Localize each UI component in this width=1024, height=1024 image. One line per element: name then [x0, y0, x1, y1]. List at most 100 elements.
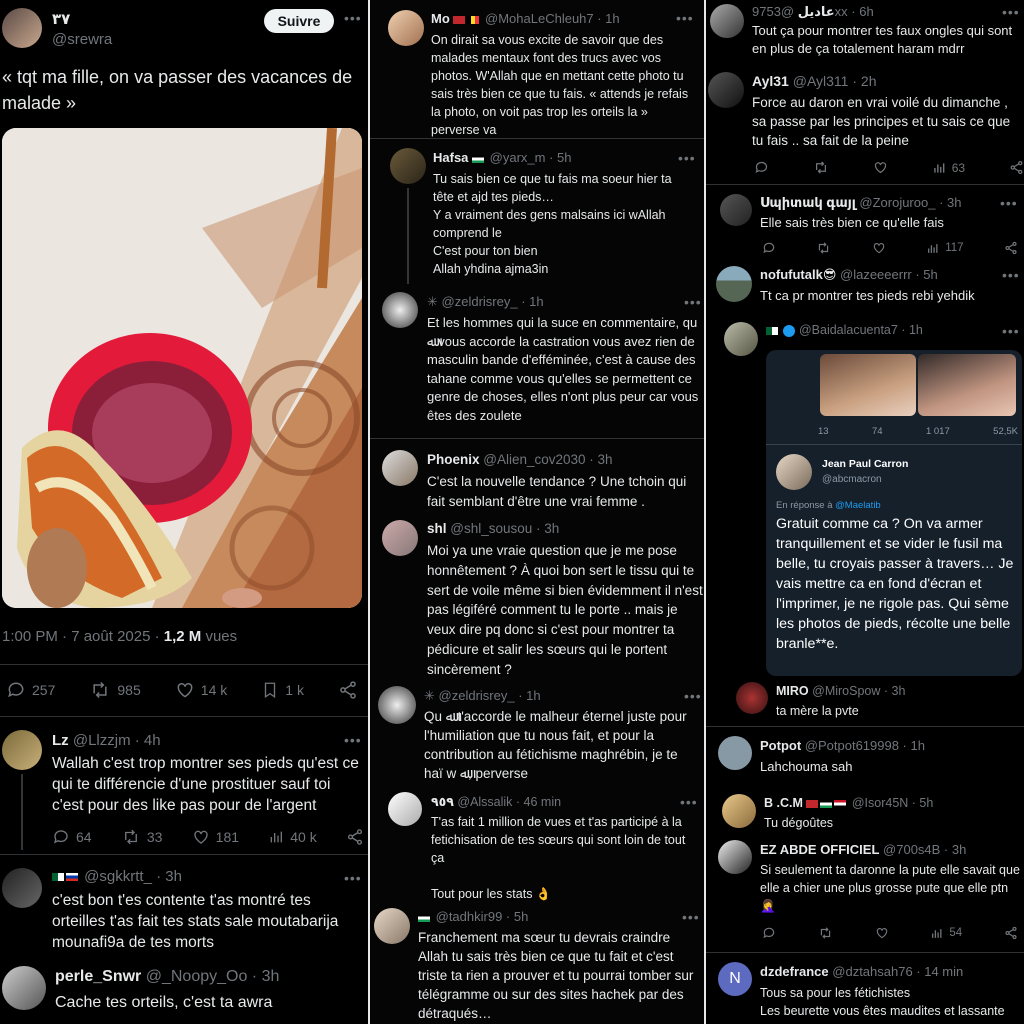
like-button[interactable]: [873, 160, 888, 175]
reply-author-name[interactable]: dzdefrance: [760, 964, 829, 979]
reply-author-name[interactable]: B .C.M: [764, 796, 803, 810]
more-icon[interactable]: •••: [1002, 4, 1020, 20]
avatar[interactable]: [382, 450, 418, 486]
thumbnail-image[interactable]: [918, 354, 1016, 416]
retweet-button[interactable]: 985: [89, 680, 141, 700]
share-button[interactable]: [346, 828, 364, 846]
like-button[interactable]: [875, 926, 889, 940]
more-icon[interactable]: •••: [680, 794, 698, 810]
more-icon[interactable]: •••: [678, 150, 696, 166]
more-icon[interactable]: •••: [1002, 323, 1020, 339]
reply-to-handle[interactable]: @Maelatib: [835, 500, 881, 511]
avatar[interactable]: [722, 794, 756, 828]
more-icon[interactable]: •••: [344, 10, 362, 26]
reply-author-name[interactable]: Phoenix: [427, 452, 480, 467]
reply-author-handle[interactable]: @dztahsah76 · 14 min: [832, 964, 963, 979]
reply-author-handle[interactable]: @_Noopy_Oo · 3h: [146, 968, 280, 985]
share-button[interactable]: [1004, 926, 1018, 940]
reply-author-handle[interactable]: @yarx_m · 5h: [490, 150, 572, 165]
reply-author-name[interactable]: perle_Snwr: [55, 968, 141, 985]
quote-author-handle[interactable]: @abcmacron: [822, 474, 882, 485]
more-icon[interactable]: •••: [676, 10, 694, 26]
retweet-button[interactable]: [816, 241, 831, 255]
quote-author-name[interactable]: Jean Paul Carron: [822, 458, 908, 470]
more-icon[interactable]: •••: [1000, 195, 1018, 211]
avatar[interactable]: [710, 4, 744, 38]
reply-button[interactable]: 64: [52, 828, 92, 846]
retweet-button[interactable]: 33: [121, 828, 162, 846]
reply-author-handle[interactable]: @Potpot619998 · 1h: [805, 738, 925, 753]
tweet-photo[interactable]: [2, 128, 362, 608]
reply-author-name[interactable]: Սպիտակ գայլ: [760, 195, 856, 210]
follow-button[interactable]: Suivre: [264, 9, 334, 33]
views-button[interactable]: 63: [932, 161, 965, 175]
avatar[interactable]: [2, 966, 46, 1010]
reply-author-handle[interactable]: @Llzzjm · 4h: [73, 732, 161, 749]
like-button[interactable]: 14 k: [175, 680, 227, 700]
like-button[interactable]: [872, 241, 886, 255]
avatar[interactable]: [716, 266, 752, 302]
views-button[interactable]: 40 k: [268, 829, 317, 845]
avatar[interactable]: [720, 194, 752, 226]
reply-author-name[interactable]: shl: [427, 521, 447, 536]
author-handle[interactable]: @srewra: [52, 31, 112, 48]
retweet-button[interactable]: [818, 926, 833, 940]
avatar[interactable]: [388, 10, 424, 46]
avatar[interactable]: [378, 686, 416, 724]
avatar[interactable]: [2, 8, 42, 48]
avatar[interactable]: [390, 148, 426, 184]
reply-author-handle[interactable]: @Zorojuroo_ · 3h: [859, 195, 961, 210]
more-icon[interactable]: •••: [684, 688, 702, 704]
reply-author-name[interactable]: Ayl31: [752, 73, 789, 89]
reply-button[interactable]: [754, 160, 769, 175]
avatar[interactable]: [718, 736, 752, 770]
avatar[interactable]: [776, 454, 812, 490]
share-button[interactable]: [1004, 241, 1018, 255]
bookmark-button[interactable]: 1 k: [261, 680, 304, 700]
reply-author-name[interactable]: Potpot: [760, 738, 801, 753]
avatar[interactable]: [736, 682, 768, 714]
like-button[interactable]: 181: [192, 828, 239, 846]
reply-author-handle[interactable]: @tadhkir99 · 5h: [436, 909, 529, 924]
reply-author-name[interactable]: عاديل: [798, 4, 835, 19]
more-icon[interactable]: •••: [1002, 267, 1020, 283]
reply-author-name[interactable]: nofufutalk😎: [760, 267, 836, 282]
more-icon[interactable]: •••: [684, 294, 702, 310]
reply-author-name[interactable]: Hafsa: [433, 150, 468, 165]
author-name[interactable]: ٣٧: [52, 10, 70, 28]
reply-author-handle[interactable]: @zeldrisrey_ · 1h: [442, 294, 544, 309]
views-button[interactable]: 117: [926, 242, 964, 255]
reply-author-handle[interactable]: @Alien_cov2030 · 3h: [483, 452, 612, 467]
reply-author-name[interactable]: MIRO: [776, 684, 809, 698]
reply-button[interactable]: 257: [6, 680, 55, 700]
reply-author-handle[interactable]: @700s4B · 3h: [883, 842, 966, 857]
reply-author-handle[interactable]: @lazeeeerrr · 5h: [840, 267, 938, 282]
reply-author-handle[interactable]: @Baidalacuenta7 · 1h: [799, 323, 923, 337]
share-button[interactable]: [338, 680, 358, 700]
views-button[interactable]: 54: [930, 927, 962, 940]
reply-author-handle[interactable]: @zeldrisrey_ · 1h: [439, 688, 541, 703]
retweet-button[interactable]: [813, 160, 829, 175]
reply-author-handle[interactable]: @Alssalik · 46 min: [457, 795, 561, 809]
thumbnail-image[interactable]: [820, 354, 916, 416]
more-icon[interactable]: •••: [344, 870, 362, 886]
reply-author-name[interactable]: Mo: [431, 11, 450, 26]
share-button[interactable]: [1009, 160, 1024, 175]
reply-author-name[interactable]: Lz: [52, 732, 69, 749]
embedded-screenshot[interactable]: 13 74 1 017 52,5K Jean Paul Carron @abcm…: [766, 350, 1022, 676]
reply-author-handle[interactable]: @MohaLeChleuh7 · 1h: [485, 11, 620, 26]
reply-author-handle[interactable]: @Ayl311 · 2h: [793, 73, 877, 89]
avatar[interactable]: [374, 908, 410, 944]
avatar[interactable]: [2, 730, 42, 770]
avatar[interactable]: [382, 292, 418, 328]
reply-author-handle[interactable]: @shl_sousou · 3h: [450, 521, 559, 536]
more-icon[interactable]: •••: [344, 732, 362, 748]
reply-author-handle[interactable]: @MiroSpow · 3h: [812, 684, 905, 698]
reply-author-handle[interactable]: @sgkkrtt_ · 3h: [84, 868, 182, 885]
avatar[interactable]: N: [718, 962, 752, 996]
avatar[interactable]: [708, 72, 744, 108]
reply-author-handle[interactable]: @Isor45N · 5h: [852, 796, 933, 810]
more-icon[interactable]: •••: [682, 909, 700, 925]
reply-author-name[interactable]: EZ ABDE OFFICIEL: [760, 842, 879, 857]
reply-button[interactable]: [762, 926, 776, 940]
